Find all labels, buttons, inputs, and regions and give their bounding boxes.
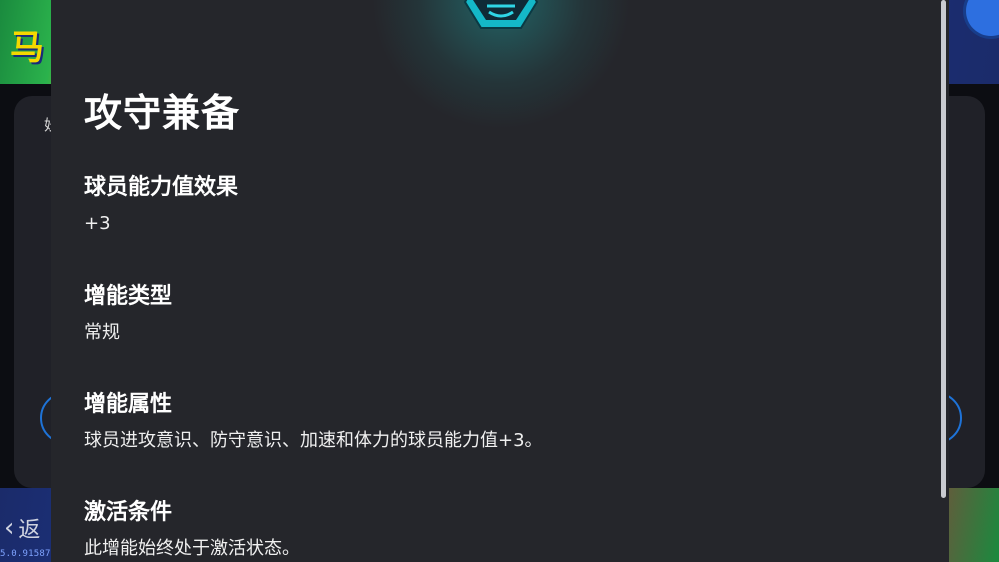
chevron-left-icon: ‹ bbox=[4, 513, 15, 543]
section-heading: 激活条件 bbox=[84, 500, 173, 525]
section-activation-condition: 激活条件 此增能始终处于激活状态。 bbox=[84, 499, 300, 561]
section-boost-attributes: 增能属性 球员进攻意识、防守意识、加速和体力的球员能力值+3。 bbox=[84, 391, 543, 453]
back-button[interactable]: ‹ 返 bbox=[4, 512, 40, 544]
banner-title: 马 bbox=[10, 28, 44, 68]
section-value: 此增能始终处于激活状态。 bbox=[84, 538, 300, 559]
back-label: 返 bbox=[18, 518, 41, 543]
section-value: +3 bbox=[84, 213, 111, 234]
section-heading: 增能类型 bbox=[84, 284, 173, 309]
hexagon-badge-icon bbox=[463, 0, 539, 29]
skill-detail-modal: 攻守兼备 球员能力值效果 +3 增能类型 常规 增能属性 球员进攻意识、防守意识… bbox=[51, 0, 949, 562]
section-boost-type: 增能类型 常规 bbox=[84, 283, 172, 345]
modal-scrollbar[interactable] bbox=[941, 0, 946, 498]
modal-title: 攻守兼备 bbox=[84, 91, 241, 135]
section-value: 球员进攻意识、防守意识、加速和体力的球员能力值+3。 bbox=[84, 430, 543, 451]
section-heading: 球员能力值效果 bbox=[84, 175, 239, 200]
section-player-stat-effect: 球员能力值效果 +3 bbox=[84, 174, 238, 236]
section-value: 常规 bbox=[84, 322, 120, 343]
section-heading: 增能属性 bbox=[84, 392, 173, 417]
